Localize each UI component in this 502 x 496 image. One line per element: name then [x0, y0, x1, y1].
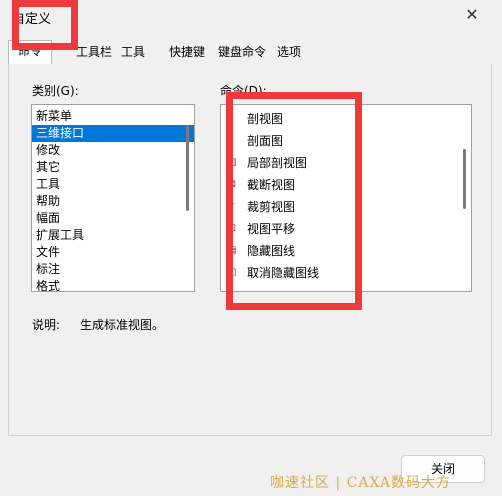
category-item[interactable]: 幅面 — [32, 210, 194, 227]
category-item[interactable]: 帮助 — [32, 193, 194, 210]
commands-scroll-thumb[interactable] — [463, 149, 466, 209]
category-item[interactable]: 新菜单 — [32, 108, 194, 125]
commands-scrollbar[interactable] — [461, 107, 469, 289]
tab-bar: 命令 工具栏 工具 快捷键 键盘命令 选项 — [8, 40, 492, 66]
category-listbox[interactable]: 新菜单 三维接口 修改 其它 工具 帮助 幅面 扩展工具 文件 标注 格式 — [31, 104, 195, 292]
category-item-selected[interactable]: 三维接口 — [32, 125, 194, 142]
category-item[interactable]: 工具 — [32, 176, 194, 193]
category-item[interactable]: 格式 — [32, 278, 194, 291]
category-item[interactable]: 其它 — [32, 159, 194, 176]
category-label: 类别(G): — [32, 84, 79, 98]
highlight-box-commands — [226, 92, 362, 310]
category-item[interactable]: 文件 — [32, 244, 194, 261]
category-item[interactable]: 修改 — [32, 142, 194, 159]
tab-options[interactable]: 选项 — [274, 42, 304, 63]
category-scrollbar[interactable] — [184, 107, 192, 289]
highlight-box-title — [12, 0, 78, 50]
tab-keyboard-commands[interactable]: 键盘命令 — [214, 42, 270, 63]
tab-shortcuts[interactable]: 快捷键 — [166, 42, 208, 63]
description-label: 说明: — [32, 318, 61, 332]
category-item[interactable]: 扩展工具 — [32, 227, 194, 244]
description-text: 生成标准视图。 — [80, 318, 165, 332]
tab-tools[interactable]: 工具 — [118, 42, 148, 63]
category-item[interactable]: 标注 — [32, 261, 194, 278]
watermark-text: 咖速社区 | CAXA数码大方 — [270, 475, 452, 491]
tab-toolbars[interactable]: 工具栏 — [72, 42, 116, 63]
category-scroll-thumb[interactable] — [186, 125, 189, 211]
close-icon[interactable]: ✕ — [460, 4, 484, 26]
